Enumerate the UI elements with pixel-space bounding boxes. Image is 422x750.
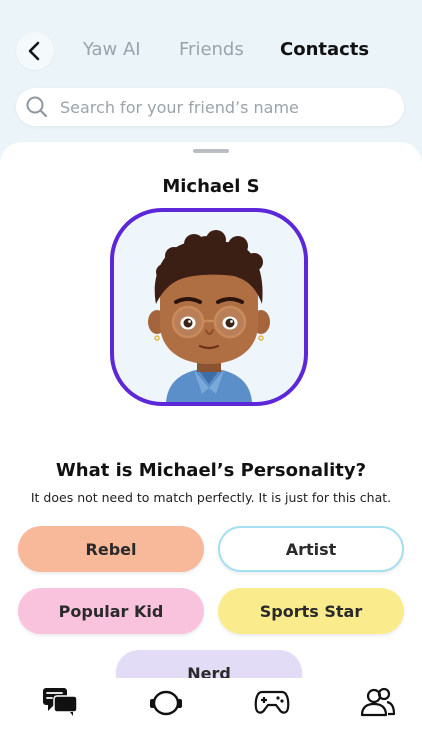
nav-chats[interactable] [42, 686, 78, 718]
personality-option-rebel[interactable]: Rebel [18, 526, 204, 572]
avatar [110, 208, 308, 406]
tab-yaw-ai[interactable]: Yaw AI [83, 39, 141, 60]
personality-question: What is Michael’s Personality? [55, 460, 367, 481]
personality-option-sports-star[interactable]: Sports Star [218, 588, 404, 634]
people-icon [360, 687, 396, 717]
search-icon [26, 96, 48, 118]
sheet-grabber[interactable] [193, 149, 229, 153]
top-nav: Yaw AI Friends Contacts [0, 24, 422, 78]
bottom-nav [0, 678, 422, 750]
screen: Yaw AI Friends Contacts Michael S [0, 0, 422, 750]
tab-friends[interactable]: Friends [179, 39, 244, 60]
back-button[interactable] [16, 32, 54, 70]
gamepad-icon [254, 690, 290, 714]
contact-name: Michael S [162, 176, 260, 197]
search-input[interactable] [58, 96, 392, 118]
avatar-illustration [148, 230, 270, 402]
chat-icon [43, 688, 78, 716]
search-bar[interactable] [16, 88, 404, 126]
bot-icon [150, 690, 182, 716]
contact-sheet: Michael S What is Michael’s Personality?… [0, 142, 422, 750]
nav-yaw-ai[interactable] [148, 686, 184, 718]
chevron-left-icon [28, 41, 40, 61]
personality-option-artist[interactable]: Artist [218, 526, 404, 572]
personality-option-popular-kid[interactable]: Popular Kid [18, 588, 204, 634]
nav-contacts[interactable] [360, 686, 396, 718]
tab-contacts[interactable]: Contacts [280, 39, 369, 60]
nav-games[interactable] [254, 686, 290, 718]
personality-subtext: It does not need to match perfectly. It … [30, 490, 392, 505]
